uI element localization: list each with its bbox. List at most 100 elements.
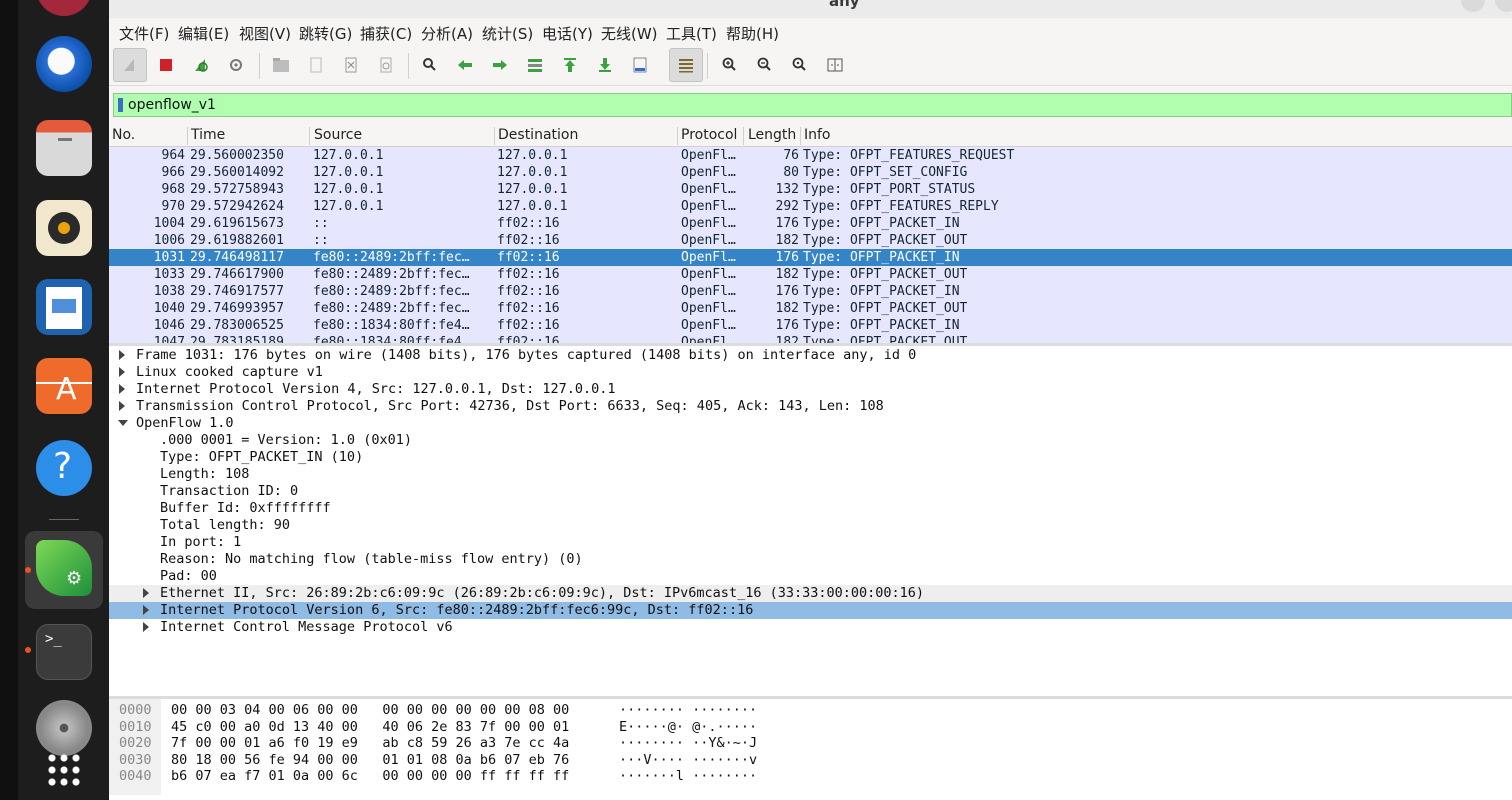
stop-capture-button[interactable] xyxy=(149,48,183,82)
thunderbird-icon[interactable] xyxy=(36,36,92,92)
detail-tree-item[interactable]: Internet Protocol Version 6, Src: fe80::… xyxy=(109,602,1512,619)
hex-bytes[interactable]: 45 c0 00 a0 0d 13 40 00 40 06 2e 83 7f 0… xyxy=(171,719,569,735)
reload-file-button[interactable] xyxy=(369,48,403,82)
packet-row[interactable]: 1004 29.619615673:: ff02::16 OpenFl… 176 Type… xyxy=(109,215,1512,232)
detail-tree-item[interactable]: Linux cooked capture v1 xyxy=(109,364,1512,381)
software-center-icon[interactable]: A xyxy=(36,358,92,414)
packet-row[interactable]: 1033 29.746617900 fe80::2489:2bff:fec… ff02… xyxy=(109,266,1512,283)
column-separator[interactable] xyxy=(494,127,495,145)
collapsed-triangle-icon[interactable] xyxy=(119,367,125,377)
hex-ascii[interactable]: ···V···· ·······v xyxy=(619,752,757,768)
show-apps-icon[interactable] xyxy=(46,752,82,788)
hex-ascii[interactable]: ········ ········ xyxy=(619,702,757,718)
restart-capture-button[interactable] xyxy=(184,48,218,82)
find-packet-button[interactable] xyxy=(413,48,447,82)
resize-columns-button[interactable] xyxy=(818,48,852,82)
column-header-length[interactable]: Length xyxy=(748,127,796,143)
go-first-button[interactable] xyxy=(553,48,587,82)
collapsed-triangle-icon[interactable] xyxy=(143,605,149,615)
hex-bytes[interactable]: 80 18 00 56 fe 94 00 00 01 01 08 0a b6 0… xyxy=(171,752,569,768)
collapsed-triangle-icon[interactable] xyxy=(119,384,125,394)
close-button[interactable] xyxy=(1495,0,1512,12)
menu-edit[interactable]: 编辑(E) xyxy=(178,23,229,44)
bookmark-icon[interactable] xyxy=(118,98,123,112)
column-separator[interactable] xyxy=(677,127,678,145)
hex-bytes[interactable]: 00 00 03 04 00 06 00 00 00 00 00 00 00 0… xyxy=(171,702,569,718)
dock-app-top-partial[interactable] xyxy=(36,0,92,16)
collapsed-triangle-icon[interactable] xyxy=(143,588,149,598)
menu-go[interactable]: 跳转(G) xyxy=(299,23,352,44)
column-separator[interactable] xyxy=(800,127,801,145)
rhythmbox-icon[interactable] xyxy=(36,200,92,256)
packet-row[interactable]: 1006 29.619882601:: ff02::16 OpenFl… 182 Type… xyxy=(109,232,1512,249)
menu-help[interactable]: 帮助(H) xyxy=(726,23,779,44)
hex-bytes[interactable]: 7f 00 00 01 a6 f0 19 e9 ab c8 59 26 a3 7… xyxy=(171,735,569,751)
menu-telephony[interactable]: 电话(Y) xyxy=(542,23,593,44)
detail-tree-item[interactable]: Type: OFPT_PACKET_IN (10) xyxy=(109,449,1512,466)
column-separator[interactable] xyxy=(187,127,188,145)
disc-icon[interactable] xyxy=(36,700,92,756)
detail-tree-item[interactable]: Frame 1031: 176 bytes on wire (1408 bits… xyxy=(109,347,1512,364)
close-file-button[interactable] xyxy=(334,48,368,82)
column-header-no[interactable]: No. xyxy=(112,127,135,143)
menu-wireless[interactable]: 无线(W) xyxy=(601,23,658,44)
menu-capture[interactable]: 捕获(C) xyxy=(360,23,412,44)
zoom-reset-button[interactable] xyxy=(783,48,817,82)
hex-ascii[interactable]: E·····@· @·.····· xyxy=(619,719,757,735)
hex-ascii[interactable]: ········ ··Y&·~·J xyxy=(619,735,757,751)
column-header-protocol[interactable]: Protocol xyxy=(681,127,737,143)
packet-list[interactable]: No. Time Source Destination Protocol Len… xyxy=(109,125,1512,343)
packet-row[interactable]: 1040 29.746993957 fe80::2489:2bff:fec… ff02… xyxy=(109,300,1512,317)
minimize-button[interactable] xyxy=(1461,0,1485,12)
packet-bytes-pane[interactable]: 0000 00 00 03 04 00 06 00 00 00 00 00 00 … xyxy=(109,699,1512,800)
packet-row[interactable]: 964 29.560002350 127.0.0.1 127.0.0.1 OpenFl…… xyxy=(109,147,1512,164)
collapsed-triangle-icon[interactable] xyxy=(119,401,125,411)
save-file-button[interactable] xyxy=(299,48,333,82)
packet-row-selected[interactable]: 1031 29.746498117 fe80::2489:2bff:fec… ff02… xyxy=(109,249,1512,266)
detail-tree-item[interactable]: .000 0001 = Version: 1.0 (0x01) xyxy=(109,432,1512,449)
start-capture-button[interactable] xyxy=(113,48,147,82)
capture-options-button[interactable] xyxy=(219,48,253,82)
detail-tree-item[interactable]: Ethernet II, Src: 26:89:2b:c6:09:9c (26:… xyxy=(109,585,1512,602)
collapsed-triangle-icon[interactable] xyxy=(143,622,149,632)
packet-details-tree[interactable]: Frame 1031: 176 bytes on wire (1408 bits… xyxy=(109,346,1512,696)
expanded-triangle-icon[interactable] xyxy=(118,420,128,426)
menu-file[interactable]: 文件(F) xyxy=(119,23,169,44)
detail-tree-item[interactable]: Pad: 00 xyxy=(109,568,1512,585)
packet-row[interactable]: 1038 29.746917577 fe80::2489:2bff:fec… ff02… xyxy=(109,283,1512,300)
detail-tree-item[interactable]: Transaction ID: 0 xyxy=(109,483,1512,500)
files-icon[interactable] xyxy=(36,120,92,176)
column-header-info[interactable]: Info xyxy=(804,127,831,143)
column-separator[interactable] xyxy=(743,127,744,145)
packet-row[interactable]: 1047 29.783185189 fe80::1834:80ff:fe4… ff02… xyxy=(109,334,1512,343)
hex-ascii[interactable]: ·······l ········ xyxy=(619,768,757,784)
packet-row[interactable]: 970 29.572942624 127.0.0.1 127.0.0.1 OpenFl…… xyxy=(109,198,1512,215)
packet-row[interactable]: 968 29.572758943 127.0.0.1 127.0.0.1 OpenFl…… xyxy=(109,181,1512,198)
collapsed-triangle-icon[interactable] xyxy=(119,350,125,360)
detail-tree-item[interactable]: Internet Protocol Version 4, Src: 127.0.… xyxy=(109,381,1512,398)
detail-tree-item[interactable]: Length: 108 xyxy=(109,466,1512,483)
detail-tree-item[interactable]: In port: 1 xyxy=(109,534,1512,551)
display-filter-bar[interactable]: openflow_v1 xyxy=(113,93,1512,117)
column-header-source[interactable]: Source xyxy=(314,127,362,143)
zoom-in-button[interactable] xyxy=(713,48,747,82)
autoscroll-button[interactable] xyxy=(623,48,657,82)
display-filter-input[interactable]: openflow_v1 xyxy=(128,97,216,113)
column-header-destination[interactable]: Destination xyxy=(498,127,578,143)
help-icon[interactable]: ? xyxy=(36,440,92,496)
terminal-icon[interactable]: >_ xyxy=(36,624,92,680)
packet-row[interactable]: 966 29.560014092 127.0.0.1 127.0.0.1 OpenFl…… xyxy=(109,164,1512,181)
menu-view[interactable]: 视图(V) xyxy=(239,23,291,44)
go-forward-button[interactable] xyxy=(483,48,517,82)
go-to-packet-button[interactable] xyxy=(518,48,552,82)
detail-tree-item[interactable]: Total length: 90 xyxy=(109,517,1512,534)
go-back-button[interactable] xyxy=(448,48,482,82)
detail-tree-item[interactable]: Internet Control Message Protocol v6 xyxy=(109,619,1512,636)
hex-bytes[interactable]: b6 07 ea f7 01 0a 00 6c 00 00 00 00 ff f… xyxy=(171,768,569,784)
packet-row[interactable]: 1046 29.783006525 fe80::1834:80ff:fe4… ff02… xyxy=(109,317,1512,334)
zoom-out-button[interactable] xyxy=(748,48,782,82)
menu-statistics[interactable]: 统计(S) xyxy=(482,23,533,44)
detail-tree-item[interactable]: Buffer Id: 0xffffffff xyxy=(109,500,1512,517)
column-separator[interactable] xyxy=(309,127,310,145)
writer-icon[interactable] xyxy=(36,279,92,335)
